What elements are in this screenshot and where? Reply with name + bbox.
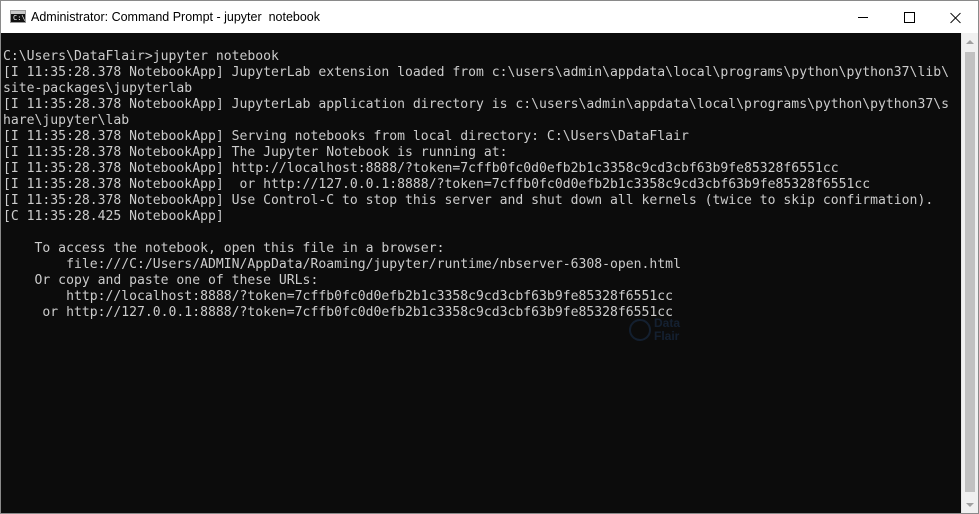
- console-output[interactable]: C:\Users\DataFlair>jupyter notebook [I 11…: [1, 33, 961, 513]
- minimize-button[interactable]: [840, 1, 886, 33]
- console-line: http://localhost:8888/?token=7cffb0fc0d0…: [3, 289, 674, 304]
- console-line: site-packages\jupyterlab: [3, 81, 193, 96]
- console-line: [I 11:35:28.378 NotebookApp] Use Control…: [3, 193, 934, 208]
- watermark-line-2: Flair: [654, 329, 680, 343]
- console-line: [I 11:35:28.378 NotebookApp] The Jupyter…: [3, 145, 508, 160]
- dataflair-watermark: Data Flair: [629, 317, 680, 343]
- title-bar[interactable]: C:\ Administrator: Command Prompt - jupy…: [1, 1, 978, 33]
- arrow-up-icon: [966, 39, 974, 44]
- watermark-text: Data Flair: [654, 317, 680, 343]
- arrow-down-icon: [966, 502, 974, 507]
- console-line: [I 11:35:28.378 NotebookApp] http://loca…: [3, 161, 839, 176]
- scroll-thumb[interactable]: [965, 52, 975, 492]
- maximize-icon: [903, 11, 915, 23]
- console-line: file:///C:/Users/ADMIN/AppData/Roaming/j…: [3, 257, 681, 272]
- console-line: hare\jupyter\lab: [3, 113, 130, 128]
- console-text: C:\Users\DataFlair>jupyter notebook [I 11…: [3, 49, 949, 321]
- console-line: [I 11:35:28.378 NotebookApp] or http://1…: [3, 177, 871, 192]
- console-line: [I 11:35:28.378 NotebookApp] JupyterLab …: [3, 97, 949, 112]
- command-prompt-window: C:\ Administrator: Command Prompt - jupy…: [0, 0, 979, 514]
- scroll-down-button[interactable]: [962, 496, 978, 513]
- console-line: or http://127.0.0.1:8888/?token=7cffb0fc…: [3, 305, 674, 320]
- cmd-icon-prompt: C:\: [13, 14, 26, 22]
- console-line: C:\Users\DataFlair>jupyter notebook: [3, 49, 279, 64]
- vertical-scrollbar[interactable]: [961, 33, 978, 513]
- console-line: [C 11:35:28.425 NotebookApp]: [3, 209, 224, 224]
- close-icon: [950, 12, 961, 23]
- maximize-button[interactable]: [886, 1, 932, 33]
- console-line: [I 11:35:28.378 NotebookApp] JupyterLab …: [3, 65, 949, 80]
- watermark-logo-icon: [629, 319, 651, 341]
- window-title: Administrator: Command Prompt - jupyter …: [31, 10, 321, 24]
- scroll-up-button[interactable]: [962, 33, 978, 50]
- console-line: To access the notebook, open this file i…: [3, 241, 445, 256]
- cmd-icon[interactable]: C:\: [10, 10, 26, 23]
- console-line: [I 11:35:28.378 NotebookApp] Serving not…: [3, 129, 689, 144]
- close-button[interactable]: [932, 1, 978, 33]
- minimize-icon: [858, 16, 868, 18]
- console-line: Or copy and paste one of these URLs:: [3, 273, 319, 288]
- watermark-line-1: Data: [654, 316, 681, 330]
